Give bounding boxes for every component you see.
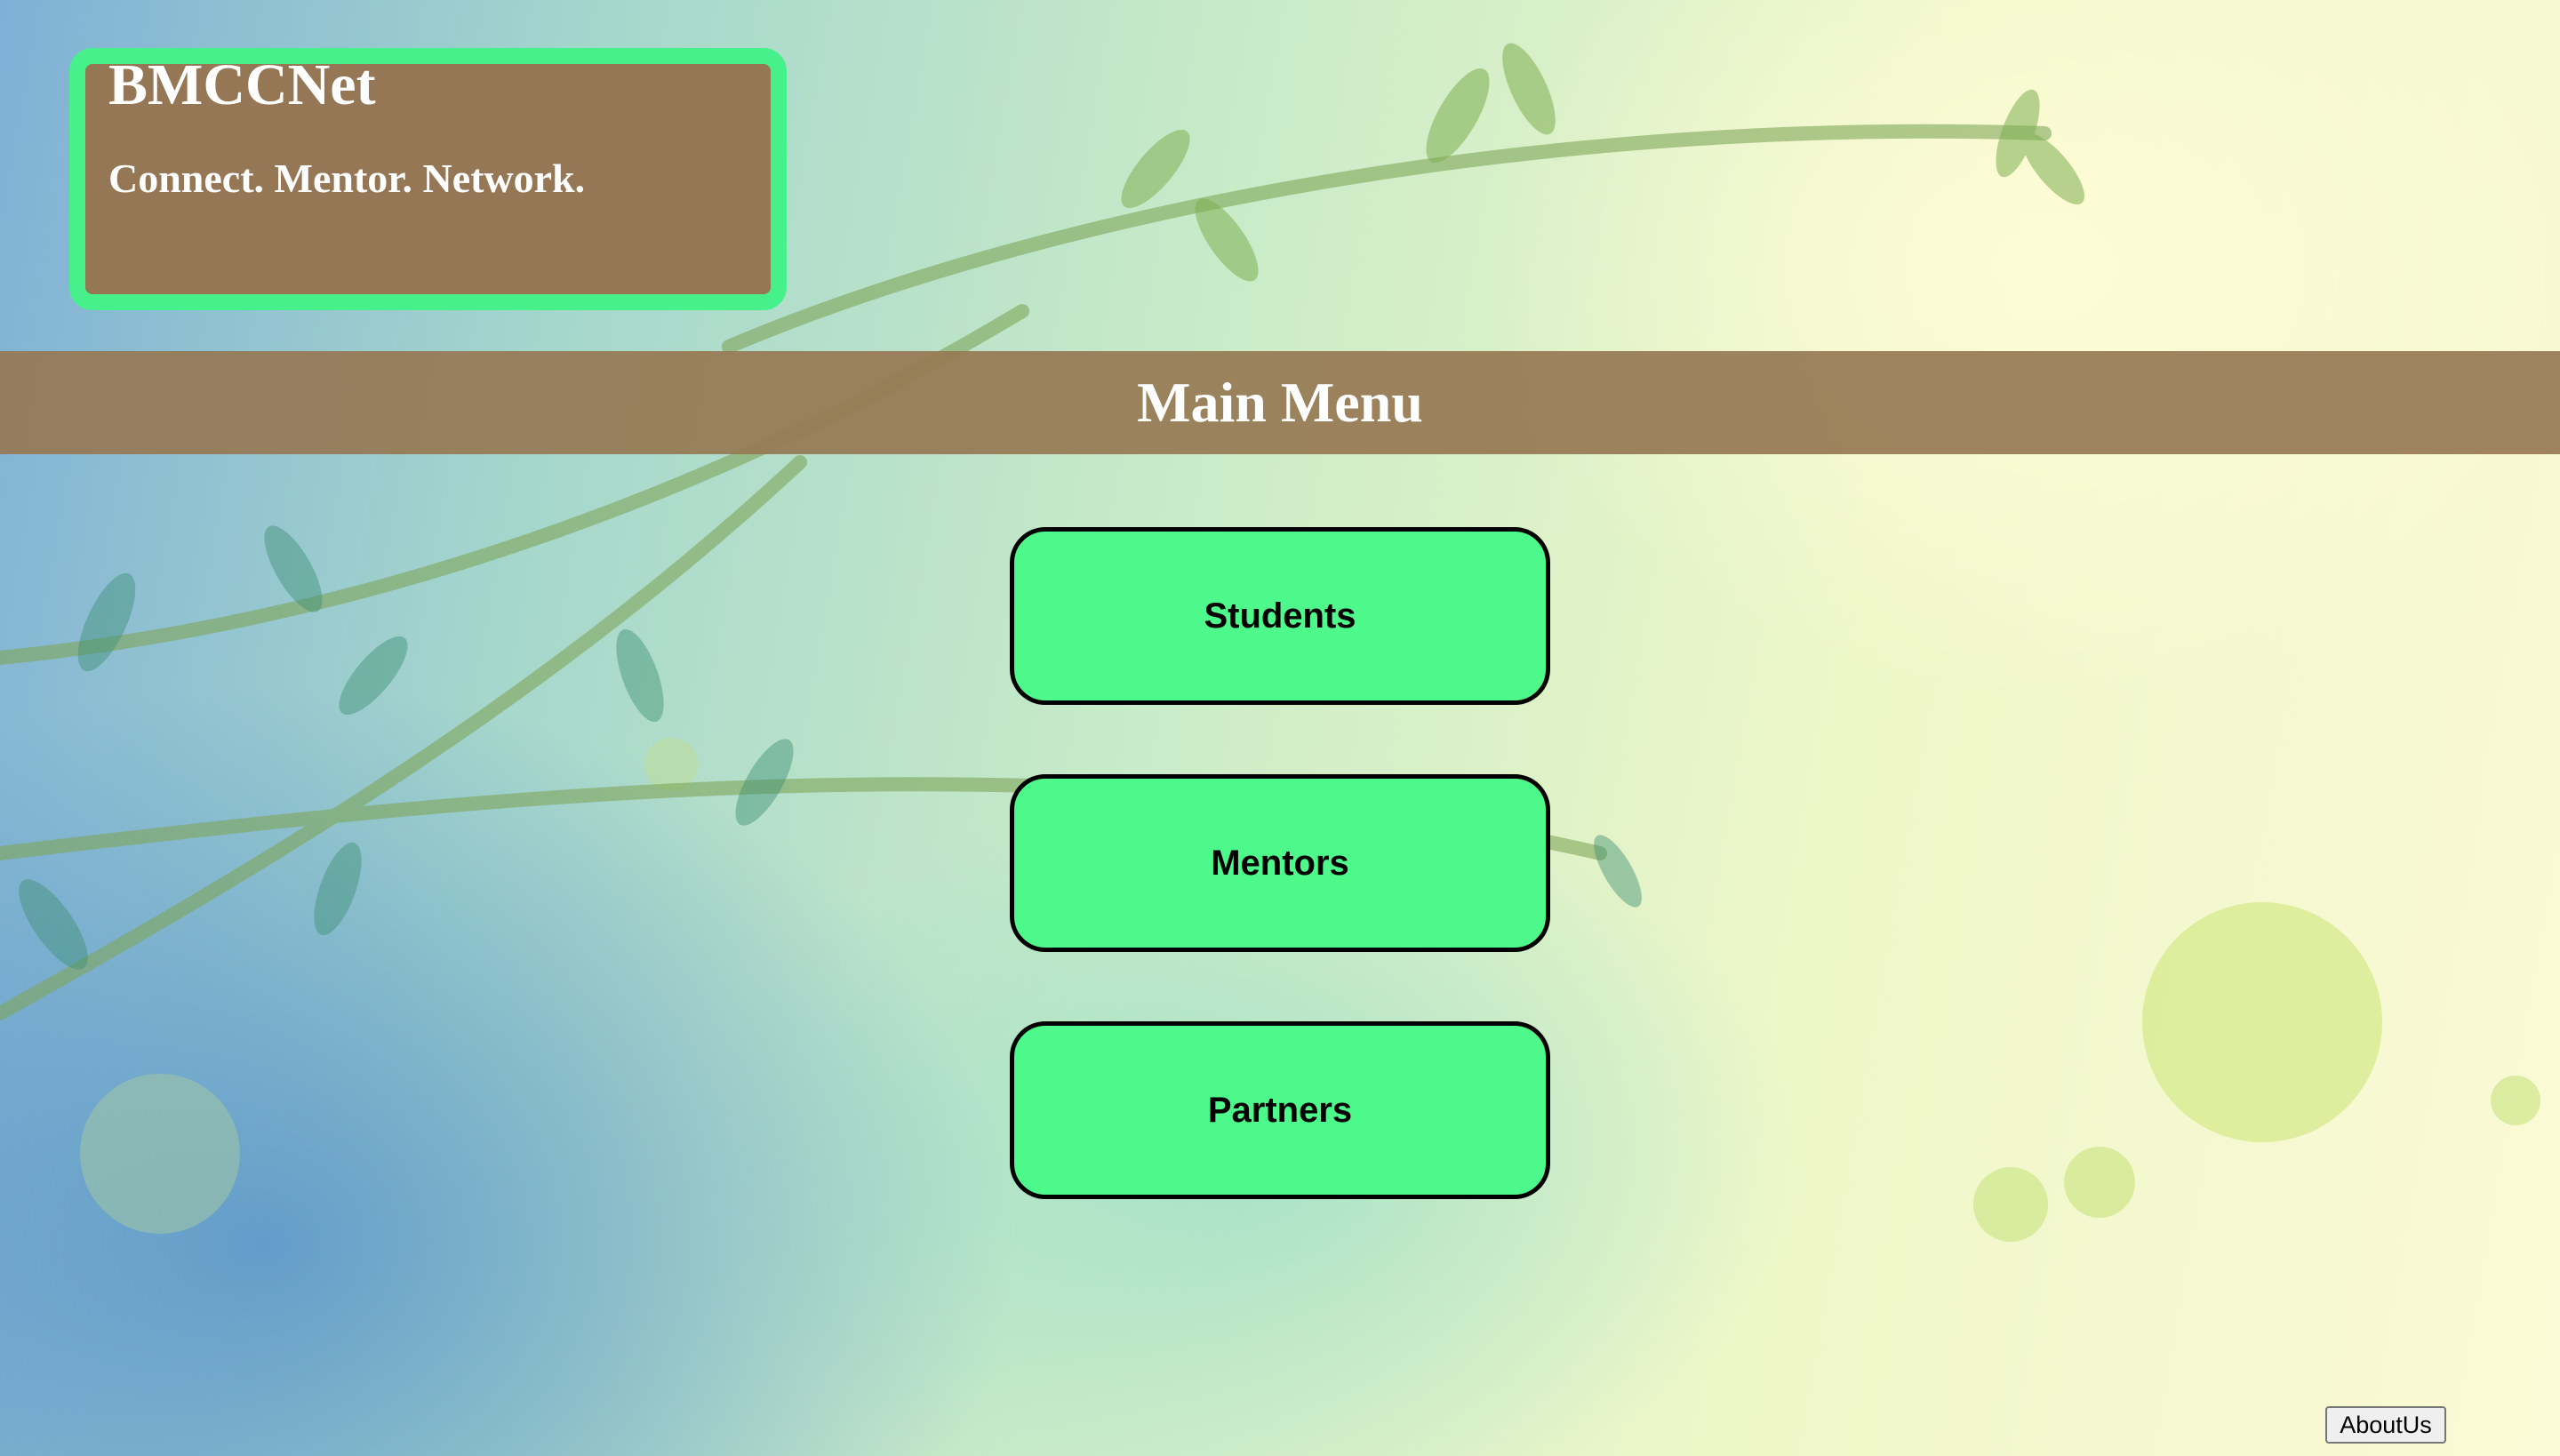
mentors-button[interactable]: Mentors [1010,774,1550,952]
main-menu-title: Main Menu [1137,371,1423,434]
brand-tagline: Connect. Mentor. Network. [108,156,586,201]
about-us-button[interactable]: AboutUs [2325,1406,2446,1444]
partners-button[interactable]: Partners [1010,1021,1550,1199]
students-button[interactable]: Students [1010,527,1550,705]
brand-title: BMCCNet [108,52,376,117]
main-menu-bar: Main Menu [0,351,2560,454]
